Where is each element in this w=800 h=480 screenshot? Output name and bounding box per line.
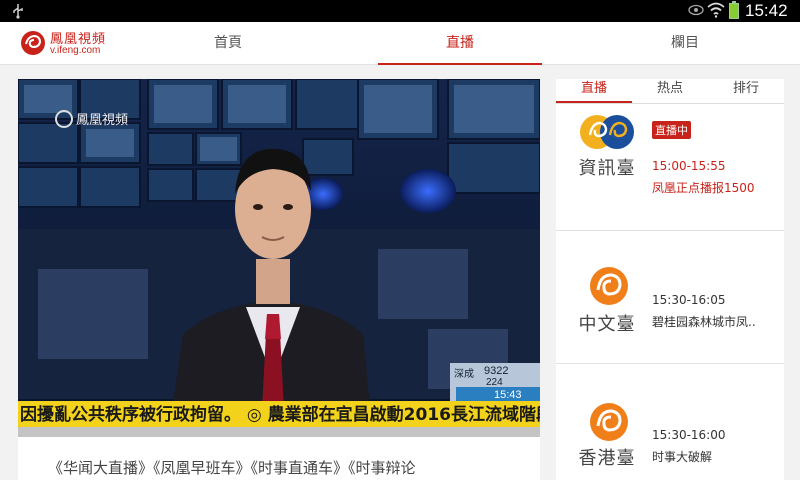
program-time: 15:30-16:00 [652,428,726,442]
status-bar: 15:42 [0,0,800,22]
program-title: 碧桂园森林城市凤.. [652,315,756,329]
ifeng-logo[interactable]: 鳳凰視頻 v.ifeng.com [20,28,112,60]
channel-name: 資訊臺 [578,158,636,179]
phoenix-info-logo-icon [580,115,634,149]
channel-name: 中文臺 [578,314,636,335]
wifi-icon [707,2,725,18]
tab-columns[interactable]: 欄目 [610,22,760,65]
phoenix-hongkong-logo-icon [590,403,628,441]
status-clock: 15:42 [745,1,788,20]
live-badge: 直播中 [652,121,691,139]
index-label: 深成 [454,368,474,380]
channel-name: 香港臺 [578,448,636,469]
logo-en-text: v.ifeng.com [50,45,101,56]
usb-icon [13,4,23,19]
top-nav: 鳳凰視頻 v.ifeng.com 首頁 直播 欄目 [0,22,800,65]
battery-icon [729,1,739,19]
channel-item-chinese[interactable]: 中文臺 15:30-16:05 碧桂园森林城市凤.. [556,232,784,364]
video-watermark: 鳳凰視頻 [76,113,128,128]
program-time: 15:00-15:55 [652,159,726,173]
channel-item-hongkong[interactable]: 香港臺 15:30-16:00 时事大破解 [556,366,784,480]
program-description: 《华闻大直播》《凤凰早班车》《时事直通车》《时事辩论 [18,437,540,480]
news-ticker: 因擾亂公共秩序被行政拘留。 ◎ 農業部在宜昌啟動2016長江流域階段禁 [20,404,540,425]
video-frame: 鳳凰視頻 深成 9322 224 15:43 因擾亂公共秩序被行政拘留。 ◎ 農… [18,79,540,437]
program-title: 时事大破解 [652,450,713,464]
eye-icon [688,4,704,16]
program-time: 15:30-16:05 [652,293,726,307]
video-clock: 15:43 [494,389,522,401]
tab-home[interactable]: 首頁 [150,22,306,65]
program-title: 凤凰正点播报1500 [652,181,755,195]
phoenix-logo-icon [21,31,45,55]
tab-live[interactable]: 直播 [378,22,542,65]
video-player[interactable]: 鳳凰視頻 深成 9322 224 15:43 因擾亂公共秩序被行政拘留。 ◎ 農… [18,79,540,437]
index-change: 224 [486,377,503,388]
channel-panel: 直播 热点 排行 資訊臺 直播中 15:00-15:55 凤凰正点播报1500 … [556,79,784,480]
channel-item-info[interactable]: 資訊臺 直播中 15:00-15:55 凤凰正点播报1500 [556,99,784,231]
index-value: 9322 [484,365,508,377]
phoenix-chinese-logo-icon [590,267,628,305]
